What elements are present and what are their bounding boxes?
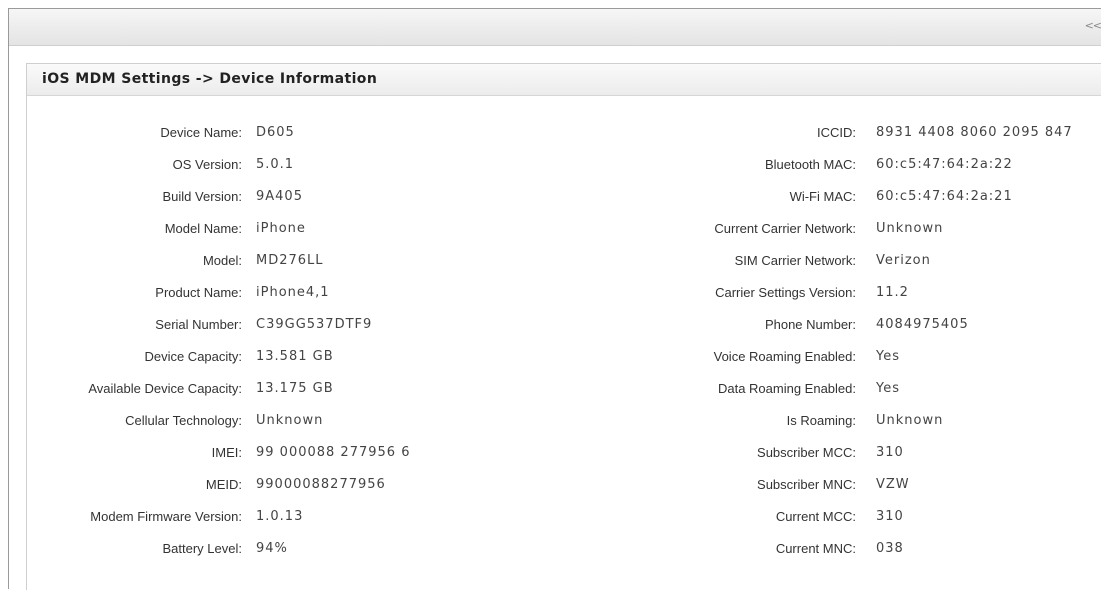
field-value: 13.175 GB [256, 381, 334, 396]
field-value: Yes [876, 381, 900, 396]
panel-title: iOS MDM Settings -> Device Information [42, 71, 378, 87]
field-label: Current MNC: [775, 541, 856, 556]
field-label: Modem Firmware Version: [90, 509, 242, 524]
field-label: Battery Level: [162, 541, 243, 556]
field-label: Subscriber MCC: [757, 445, 856, 460]
field-value: MD276LL [256, 253, 324, 268]
field-label: IMEI: [211, 445, 242, 460]
field-value: 60:c5:47:64:2a:21 [876, 189, 1013, 204]
field-label: Serial Number: [155, 317, 242, 332]
field-label: SIM Carrier Network: [734, 253, 856, 268]
field-label: Available Device Capacity: [88, 381, 242, 396]
field-label: Is Roaming: [786, 413, 856, 428]
field-label: Subscriber MNC: [757, 477, 856, 492]
field-label: Device Name: [160, 125, 242, 140]
field-value: 94% [256, 541, 288, 556]
field-label: Model: [202, 253, 242, 268]
field-value: Yes [876, 349, 900, 364]
field-value: 99 000088 277956 6 [256, 445, 411, 460]
field-label: Product Name: [155, 285, 242, 300]
field-label: Voice Roaming Enabled: [713, 349, 856, 364]
field-value: 11.2 [876, 285, 909, 300]
field-value: 4084975405 [876, 317, 969, 332]
field-value: 60:c5:47:64:2a:22 [876, 157, 1013, 172]
field-value: 9A405 [256, 189, 303, 204]
field-label: Carrier Settings Version: [715, 285, 856, 300]
field-value: C39GG537DTF9 [256, 317, 373, 332]
field-value: VZW [876, 477, 910, 492]
field-value: D605 [256, 125, 295, 140]
field-value: iPhone4,1 [256, 285, 330, 300]
field-value: 13.581 GB [256, 349, 334, 364]
field-value: 038 [876, 541, 904, 556]
field-label: Build Version: [162, 189, 243, 204]
field-value: iPhone [256, 221, 306, 236]
top-toolbar: << [9, 9, 1101, 46]
field-label: OS Version: [172, 157, 242, 172]
field-value: 310 [876, 509, 904, 524]
field-label: Data Roaming Enabled: [717, 381, 856, 396]
field-label: ICCID: [817, 125, 856, 140]
field-value: 1.0.13 [256, 509, 304, 524]
field-label: Current MCC: [775, 509, 856, 524]
panel-header: iOS MDM Settings -> Device Information [27, 64, 1101, 96]
field-value: Unknown [876, 221, 944, 236]
field-label: Model Name: [164, 221, 242, 236]
field-label: Device Capacity: [144, 349, 242, 364]
field-value: 5.0.1 [256, 157, 295, 172]
field-value: 310 [876, 445, 904, 460]
field-label: Phone Number: [764, 317, 856, 332]
field-value: 99000088277956 [256, 477, 386, 492]
field-label: Cellular Technology: [125, 413, 242, 428]
field-label: MEID: [205, 477, 242, 492]
field-value: Unknown [256, 413, 324, 428]
collapse-button[interactable]: << [1085, 19, 1101, 32]
field-label: Current Carrier Network: [714, 221, 856, 236]
field-value: 8931 4408 8060 2095 847 [876, 125, 1073, 140]
field-value: Verizon [876, 253, 931, 268]
field-value: Unknown [876, 413, 944, 428]
field-label: Bluetooth MAC: [764, 157, 856, 172]
field-label: Wi-Fi MAC: [789, 189, 856, 204]
